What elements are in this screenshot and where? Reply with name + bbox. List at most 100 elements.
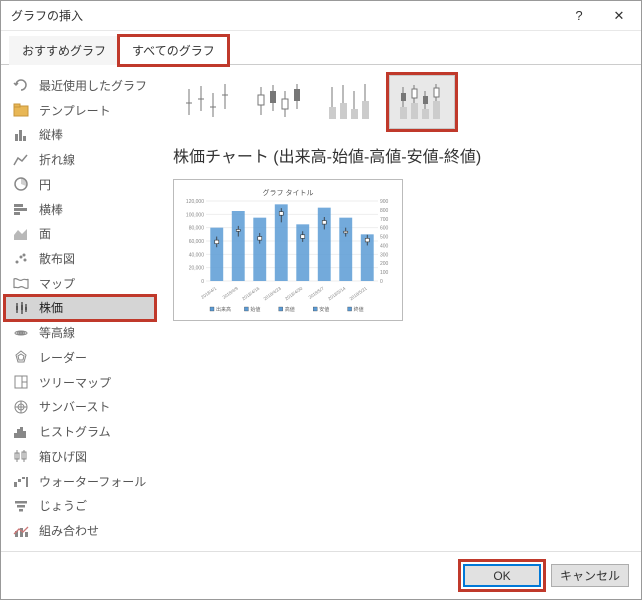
svg-text:600: 600 (380, 226, 389, 232)
svg-text:120,000: 120,000 (186, 199, 204, 205)
line-icon (11, 150, 31, 170)
svg-text:0: 0 (380, 279, 383, 285)
sidebar-item-label: 縦棒 (39, 126, 63, 143)
sidebar-item-label: 箱ひげ図 (39, 448, 87, 465)
sunburst-icon (11, 397, 31, 417)
svg-text:終値: 終値 (354, 306, 364, 313)
bar-icon (11, 199, 31, 219)
sidebar-item-label: 円 (39, 176, 51, 193)
boxwhisker-icon (11, 446, 31, 466)
subtype-thumbnails (173, 75, 627, 129)
sidebar-item-column[interactable]: 縦棒 (5, 122, 155, 147)
sidebar-item-scatter[interactable]: 散布図 (5, 246, 155, 271)
svg-text:2018/4/23: 2018/4/23 (263, 285, 283, 301)
tab-recommended[interactable]: おすすめグラフ (9, 36, 119, 65)
sidebar-item-stock[interactable]: 株価 (5, 296, 155, 321)
svg-text:100,000: 100,000 (186, 212, 204, 218)
svg-text:800: 800 (380, 208, 389, 214)
treemap-icon (11, 372, 31, 392)
sidebar-item-label: 散布図 (39, 250, 75, 267)
sidebar-item-label: マップ (39, 275, 75, 292)
sidebar-item-line[interactable]: 折れ線 (5, 147, 155, 172)
sidebar-item-label: 等高線 (39, 324, 75, 341)
svg-text:80,000: 80,000 (189, 226, 205, 232)
subtype-ohlc[interactable] (245, 75, 311, 129)
chart-preview-svg: グラフ タイトル 0 20,000 40,000 60,000 80,000 100,000… (178, 185, 398, 315)
surface-icon (11, 323, 31, 343)
svg-text:60,000: 60,000 (189, 239, 205, 245)
funnel-icon (11, 496, 31, 516)
sidebar-item-funnel[interactable]: じょうご (5, 493, 155, 518)
svg-text:2018/5/7: 2018/5/7 (308, 285, 326, 299)
svg-text:グラフ タイトル: グラフ タイトル (263, 188, 314, 197)
sidebar-item-sunburst[interactable]: サンバースト (5, 395, 155, 420)
sidebar-item-label: じょうご (39, 497, 87, 514)
help-button[interactable]: ? (559, 2, 599, 30)
svg-text:2018/5/14: 2018/5/14 (327, 285, 347, 301)
svg-text:20,000: 20,000 (189, 266, 205, 272)
svg-text:2018/4/9: 2018/4/9 (222, 285, 240, 299)
combo-icon (11, 521, 31, 541)
sidebar-item-label: 株価 (39, 299, 63, 316)
template-icon (11, 100, 31, 120)
sidebar-item-label: 横棒 (39, 201, 63, 218)
sidebar-item-label: 組み合わせ (39, 522, 99, 539)
map-icon (11, 273, 31, 293)
tab-bar: おすすめグラフ すべてのグラフ (1, 31, 641, 65)
svg-text:0: 0 (201, 279, 204, 285)
svg-text:200: 200 (380, 261, 389, 267)
stock-icon (11, 298, 31, 318)
svg-text:2018/4/30: 2018/4/30 (284, 285, 304, 301)
sidebar-item-area[interactable]: 面 (5, 221, 155, 246)
close-button[interactable]: ✕ (599, 2, 639, 30)
subtype-vohlc[interactable] (389, 75, 455, 129)
subtype-vhlc[interactable] (317, 75, 383, 129)
sidebar-item-label: 最近使用したグラフ (39, 77, 147, 94)
sidebar-item-waterfall[interactable]: ウォーターフォール (5, 469, 155, 494)
sidebar-item-histogram[interactable]: ヒストグラム (5, 419, 155, 444)
svg-text:2018/4/16: 2018/4/16 (241, 285, 261, 301)
sidebar-item-recent[interactable]: 最近使用したグラフ (5, 73, 155, 98)
sidebar-item-label: 面 (39, 225, 51, 242)
svg-text:高値: 高値 (285, 306, 295, 313)
sidebar-item-label: ヒストグラム (39, 423, 111, 440)
scatter-icon (11, 249, 31, 269)
sidebar-item-combo[interactable]: 組み合わせ (5, 518, 155, 543)
subtype-title: 株価チャート (出来高-始値-高値-安値-終値) (173, 143, 627, 167)
sidebar-item-boxwhisker[interactable]: 箱ひげ図 (5, 444, 155, 469)
histogram-icon (11, 422, 31, 442)
svg-text:40,000: 40,000 (189, 252, 205, 258)
sidebar-item-bar[interactable]: 横棒 (5, 197, 155, 222)
sidebar-item-template[interactable]: テンプレート (5, 98, 155, 123)
area-icon (11, 224, 31, 244)
waterfall-icon (11, 471, 31, 491)
svg-text:出来高: 出来高 (216, 306, 231, 313)
pie-icon (11, 174, 31, 194)
dialog-body: 最近使用したグラフ テンプレート 縦棒 折れ線 (1, 65, 641, 551)
insert-chart-dialog: グラフの挿入 ? ✕ おすすめグラフ すべてのグラフ 最近使用したグラフ テンプ… (0, 0, 642, 600)
content-pane: 株価チャート (出来高-始値-高値-安値-終値) グラフ タイトル 0 20,000… (159, 65, 641, 551)
svg-text:300: 300 (380, 252, 389, 258)
chart-preview[interactable]: グラフ タイトル 0 20,000 40,000 60,000 80,000 100,000… (173, 179, 403, 321)
sidebar-item-label: テンプレート (39, 102, 111, 119)
svg-text:700: 700 (380, 217, 389, 223)
ok-button[interactable]: OK (463, 564, 541, 587)
svg-text:900: 900 (380, 199, 389, 205)
subtype-hlc[interactable] (173, 75, 239, 129)
sidebar-item-surface[interactable]: 等高線 (5, 320, 155, 345)
sidebar-item-treemap[interactable]: ツリーマップ (5, 370, 155, 395)
sidebar-item-pie[interactable]: 円 (5, 172, 155, 197)
svg-text:2018/5/21: 2018/5/21 (349, 285, 369, 301)
sidebar-item-radar[interactable]: レーダー (5, 345, 155, 370)
sidebar-item-label: サンバースト (39, 398, 110, 415)
dialog-title: グラフの挿入 (11, 7, 559, 24)
svg-text:400: 400 (380, 243, 389, 249)
svg-text:2018/4/1: 2018/4/1 (200, 285, 218, 299)
sidebar-item-map[interactable]: マップ (5, 271, 155, 296)
radar-icon (11, 347, 31, 367)
sidebar-item-label: ツリーマップ (39, 374, 111, 391)
svg-text:100: 100 (380, 270, 389, 276)
tab-all-charts[interactable]: すべてのグラフ (119, 36, 228, 65)
svg-text:始値: 始値 (250, 306, 260, 313)
cancel-button[interactable]: キャンセル (551, 564, 629, 587)
